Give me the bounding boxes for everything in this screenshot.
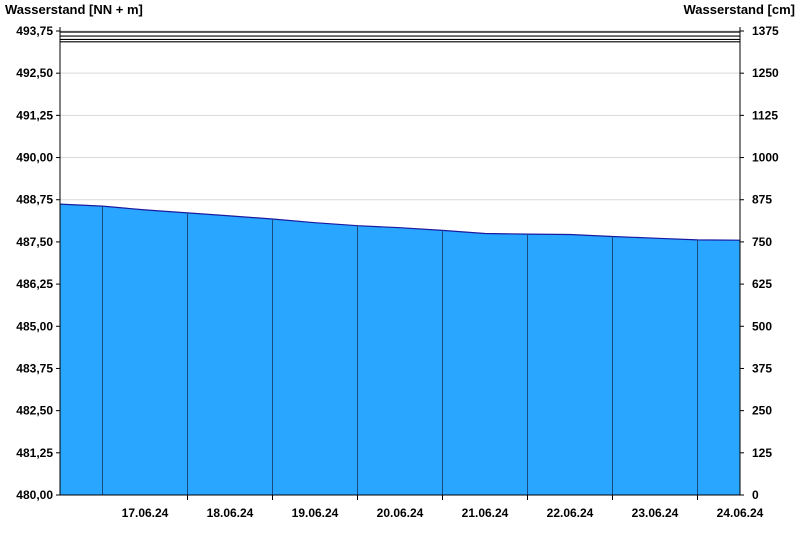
water-level-chart: Wasserstand [NN + m] Wasserstand [cm] 48… [5, 2, 796, 520]
x-tick-label: 20.06.24 [377, 506, 424, 520]
y-tick-label-right: 1250 [752, 66, 779, 80]
y-tick-label-right: 875 [752, 193, 772, 207]
y-tick-label-right: 625 [752, 277, 772, 291]
y-tick-label-right: 1000 [752, 151, 779, 165]
x-tick-label: 21.06.24 [462, 506, 509, 520]
x-tick-label: 17.06.24 [122, 506, 169, 520]
y-axis-title-left: Wasserstand [NN + m] [5, 2, 143, 17]
x-tick-label: 18.06.24 [207, 506, 254, 520]
y-tick-label-left: 487,50 [16, 235, 53, 249]
y-tick-label-left: 492,50 [16, 66, 53, 80]
threshold-lines [60, 31, 740, 43]
y-tick-label-right: 500 [752, 319, 772, 333]
y-tick-label-left: 483,75 [16, 361, 53, 375]
y-tick-label-right: 250 [752, 404, 772, 418]
y-axis-title-right: Wasserstand [cm] [684, 2, 796, 17]
y-tick-label-left: 481,25 [16, 446, 53, 460]
y-tick-label-right: 1375 [752, 24, 779, 38]
y-tick-label-left: 485,00 [16, 319, 53, 333]
y-tick-label-left: 493,75 [16, 24, 53, 38]
y-tick-label-left: 480,00 [16, 488, 53, 502]
y-tick-label-right: 375 [752, 361, 772, 375]
y-tick-label-left: 482,50 [16, 404, 53, 418]
y-tick-label-right: 750 [752, 235, 772, 249]
x-tick-label: 23.06.24 [632, 506, 679, 520]
y-tick-label-left: 486,25 [16, 277, 53, 291]
y-tick-label-left: 491,25 [16, 108, 53, 122]
y-tick-label-right: 0 [752, 488, 759, 502]
y-tick-label-left: 488,75 [16, 193, 53, 207]
y-tick-label-right: 125 [752, 446, 772, 460]
x-tick-label: 19.06.24 [292, 506, 339, 520]
series-area [59, 203, 741, 495]
y-axis-right: 0 125 250 375 500 625 750 875 1000 1125 1250 1375 [740, 24, 779, 502]
y-tick-label-left: 490,00 [16, 151, 53, 165]
y-tick-label-right: 1125 [752, 108, 778, 122]
y-axis-left: 480,00 481,25 482,50 483,75 485,00 486,25 487,… [16, 24, 60, 502]
x-tick-label: 24.06.24 [717, 506, 764, 520]
x-axis: 17.06.24 18.06.24 19.06.24 20.06.24 21.06.24… [122, 495, 764, 520]
series-area-fill [60, 204, 740, 495]
x-tick-label: 22.06.24 [547, 506, 594, 520]
